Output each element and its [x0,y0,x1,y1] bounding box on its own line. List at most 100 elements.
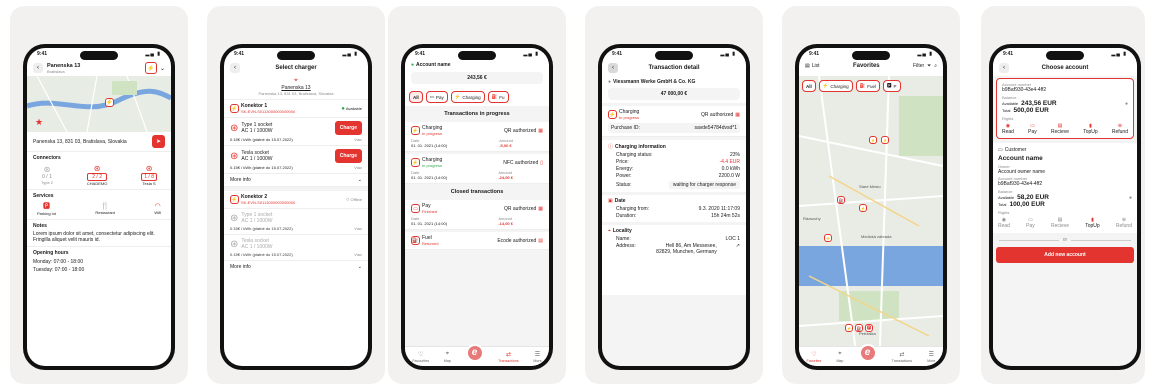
plug-icon: ⊛ [43,165,51,174]
date-section: ▣ Date Charging from: 9.3. 2020 11:17:09 D… [602,195,746,222]
or-divider: or [993,233,1137,247]
phone-screen: 9:41 ▂▄ ▮ ● Account name 243,56 € All ▭ Pay… [405,48,549,366]
tab-label: Favorites [806,358,822,363]
charge-button[interactable]: Charge [334,121,362,135]
external-link-icon[interactable]: ↗ [736,243,740,249]
add-account-button[interactable]: Add new account [996,247,1134,263]
map-marker-icon[interactable]: ⚡ [859,204,867,212]
account-card-selected[interactable]: Account number b9Baf930-43e4-4ff2 Balanc… [996,78,1134,139]
filter-all[interactable]: All [409,91,423,103]
connector-type2[interactable]: ⊛ 0 / 1 Type 2 [41,165,53,185]
back-button[interactable]: ‹ [33,63,43,73]
plug-more-link[interactable]: Viac [354,252,362,257]
closed-title: Closed transactions [450,189,504,195]
back-button[interactable]: ‹ [608,63,618,73]
favorites-map[interactable]: All ⚡ Charging ⛽ Fuel 🅿 P Staré Mesto Rázso… [799,76,943,346]
tab-transactions[interactable]: ⇄ Transactions [892,351,912,363]
search-icon[interactable]: ⌕ [934,63,937,69]
transaction-row[interactable]: ⚡ Charging In progress QR authorized ▦ Date… [405,122,549,152]
filter-parking[interactable]: 🅿 P [883,80,901,92]
navigate-button[interactable]: ➤ [152,135,165,148]
map-marker-icon[interactable]: ⚡ [869,136,877,144]
tab-home-logo[interactable]: e [858,343,877,362]
connector-name: CHADEMO [86,181,108,186]
dynamic-island [852,51,890,60]
phone-frame: 9:41 ▂▄ ▮ ‹ Select charger ⌖ Panenska 13 … [220,44,372,370]
available-dot-icon: ● [341,105,345,112]
tab-transactions[interactable]: ⇄ Transactions [498,351,518,363]
transaction-row[interactable]: ⚡ Charging In progress NFC authorized ▯ Dat… [405,154,549,184]
map-marker-icon[interactable]: ⚡ [881,136,889,144]
account-card[interactable]: ▭ Customer Account name Owner Account own… [993,143,1137,233]
available-label: Available [998,195,1015,200]
tx-amount: -24,00 € [498,175,513,180]
page-title: Favorites [852,63,880,69]
location-address: Panenska 13, 831 03, Bratislava, Slovaki… [258,91,334,96]
map-marker-icon[interactable]: ⚡ [845,324,853,332]
more-info-row[interactable]: More info ⌄ [224,174,368,187]
list-icon: ▤ [805,63,810,69]
chevron-down-icon[interactable]: ⌄ [160,65,165,72]
filter-pay[interactable]: ▭ Pay [425,91,448,103]
map-marker-icon[interactable]: ⛽ [855,324,863,332]
services-title: Services [33,193,54,199]
ecode-icon: ▤ [538,237,543,244]
right-label: Refund [1115,223,1132,229]
filter-charging[interactable]: ⚡ Charging [818,80,853,92]
right-label: Read [998,223,1010,229]
filter-all[interactable]: All [802,80,816,92]
list-button[interactable]: ▤ List [805,63,820,69]
total-label: Total [998,202,1007,207]
from-value: 9.3. 2020 11:17:09 [698,206,740,212]
account-name[interactable]: Account name [416,62,450,68]
transaction-summary: ⚡ Charging In progress QR authorized ▦ Purc… [602,106,746,137]
location-pin-icon: ★ [35,117,44,127]
transaction-row[interactable]: ⛽ Fuel Returned Ecode authorized ▤ [405,232,549,250]
tab-label: More [533,358,542,363]
filter-charging[interactable]: ⚡ Charging [450,91,485,103]
info-key: Charging status: [616,152,653,158]
filter-icon[interactable]: ⏷ [927,63,931,69]
tab-map[interactable]: ⌖ Map [836,351,843,363]
tab-favourites[interactable]: ♡ Favourites [412,351,429,363]
filter-label[interactable]: Filter [913,63,924,69]
tx-state: Returned [422,241,439,246]
plug-icon: ⊛ [145,164,153,173]
plug-more-link[interactable]: Viac [354,226,362,231]
service-label: Restaurant [95,210,115,215]
tab-bar: ♡ Favorites ⌖ Map e ⇄ Transactions ☰ More [799,343,943,366]
section-title: Date [614,198,626,204]
connector-tesla[interactable]: ⊛ 1 / 8 Tesla S [141,164,157,186]
service-restaurant: 🍴 Restaurant [95,202,115,215]
tab-favorites[interactable]: ♡ Favorites [807,351,822,363]
connector-chademo[interactable]: ⊛ 2 / 2 CHADEMO [86,164,108,186]
tab-map[interactable]: ⌖ Map [444,351,451,363]
charge-button[interactable]: Charge [334,149,362,163]
filter-fuel[interactable]: ⛽ Fuel [855,80,881,92]
more-info-row[interactable]: More info ⌄ [224,261,368,273]
tab-more[interactable]: ☰ More [533,351,541,363]
offline-dot-icon: ○ [345,196,350,203]
map-marker-icon[interactable]: ⛽ [837,196,845,204]
charging-icon: ⚡ [454,94,461,99]
filter-tabs: All ▭ Pay ⚡ Charging ⛽ Fu [405,88,549,106]
tab-label: Transactions [891,358,913,363]
filter-fuel[interactable]: ⛽ Fu [487,91,509,103]
map-marker-icon[interactable]: ⚡ [824,234,832,242]
back-button[interactable]: ‹ [230,63,240,73]
transaction-row[interactable]: ▭ Pay Finished QR authorized ▦ Date 01. 01. … [405,200,549,230]
station-map[interactable]: ★ ⚡ [27,76,171,132]
plug-more-link[interactable]: Viac [354,137,362,142]
back-button[interactable]: ‹ [999,63,1009,73]
tab-more[interactable]: ☰ More [927,351,935,363]
hours-line: Tuesday: 07:00 - 18:00 [33,267,85,273]
tab-home-logo[interactable]: e [465,343,484,362]
info-dot-icon: ● [1124,100,1128,107]
station-map-marker-icon[interactable]: ⚡ [105,98,114,107]
charging-icon: ⚡ [608,110,617,119]
filter-label: Pay [436,94,444,100]
plug-more-link[interactable]: Viac [354,165,362,170]
right-label: TopUp [1083,129,1098,135]
map-marker-icon[interactable]: 🅿 [865,324,873,332]
map-graphic [27,76,171,132]
